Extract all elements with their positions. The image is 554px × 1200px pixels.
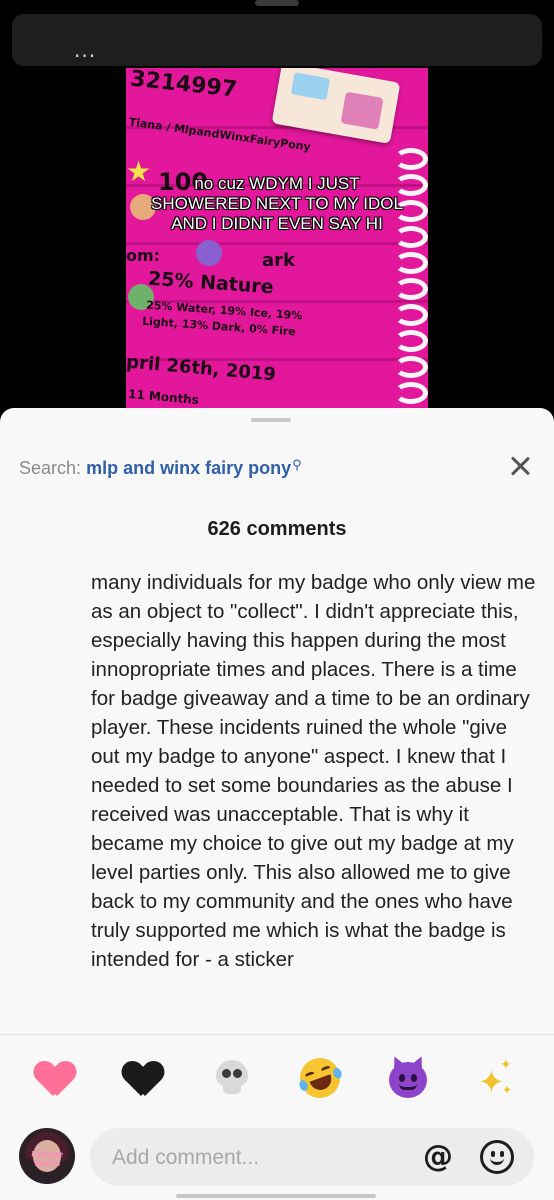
search-prefix: Search: (19, 458, 82, 478)
search-icon: ⚲ (292, 458, 302, 473)
badge-date: pril 26th, 2019 (126, 351, 277, 386)
dark-fragment: ark (262, 250, 295, 271)
rolling-laughing-icon[interactable] (294, 1052, 346, 1104)
pink-heart-icon[interactable] (32, 1056, 78, 1102)
sparkles-icon[interactable]: ✦ ✦ ✦ (472, 1056, 518, 1102)
badge-months: 11 Months (127, 386, 200, 408)
comments-count: 626 comments (207, 518, 347, 540)
divider (0, 1034, 554, 1035)
top-grabber (255, 0, 299, 6)
more-options-icon[interactable]: ... (74, 38, 96, 62)
comments-sheet: Search: mlp and winx fairy pony⚲ 626 com… (0, 408, 554, 1200)
video-caption-overlay: no cuz WDYM I JUST SHOWERED NEXT TO MY I… (151, 174, 403, 233)
video-player[interactable]: 3214997 Tiana / MlpandWinxFairyPony ★ 10… (126, 68, 428, 418)
more-bar[interactable]: ... (12, 14, 542, 66)
emoji-picker-icon[interactable] (480, 1140, 514, 1174)
search-query[interactable]: mlp and winx fairy pony (86, 458, 291, 478)
gem-sticker-icon (196, 240, 222, 266)
nature-percent: 25% Nature (147, 267, 275, 299)
smiling-devil-icon[interactable] (384, 1054, 430, 1102)
skull-icon[interactable] (208, 1056, 254, 1102)
close-icon[interactable] (506, 452, 534, 480)
mention-icon[interactable]: @ (420, 1139, 456, 1175)
badge-number: 3214997 (128, 68, 239, 103)
search-suggestion[interactable]: Search: mlp and winx fairy pony⚲ (19, 458, 302, 479)
from-fragment: om: (126, 246, 161, 265)
sticker-card-image (271, 68, 401, 144)
comment-input[interactable]: Add comment... @ (90, 1128, 534, 1186)
comment-placeholder: Add comment... (112, 1146, 260, 1169)
home-indicator (176, 1194, 376, 1198)
quick-reactions: ✦ ✦ ✦ (0, 1052, 554, 1104)
sheet-drag-handle[interactable] (251, 418, 291, 422)
comment-composer: Unique Twirls Add comment... @ (0, 1122, 554, 1188)
comment-text: many individuals for my badge who only v… (91, 571, 536, 971)
app-screen: ... 3214997 Tiana / MlpandWinxFairyPony … (0, 0, 554, 1200)
avatar[interactable]: Unique Twirls (19, 1128, 75, 1184)
black-heart-icon[interactable] (120, 1056, 166, 1102)
avatar-text: Unique Twirls (30, 1149, 64, 1168)
